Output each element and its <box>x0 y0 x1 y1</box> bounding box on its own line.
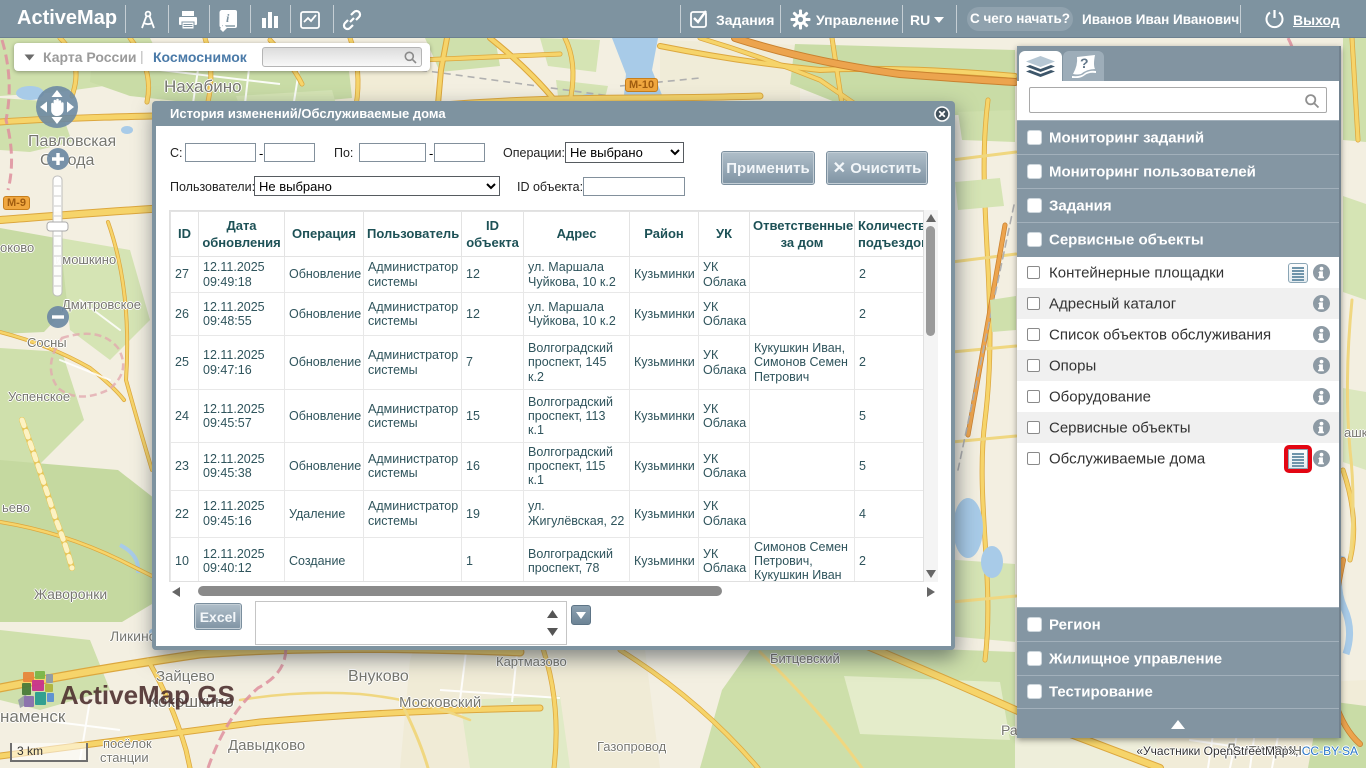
svg-text:ActiveMap GS: ActiveMap GS <box>60 680 235 710</box>
svg-text:?: ? <box>1080 55 1089 71</box>
